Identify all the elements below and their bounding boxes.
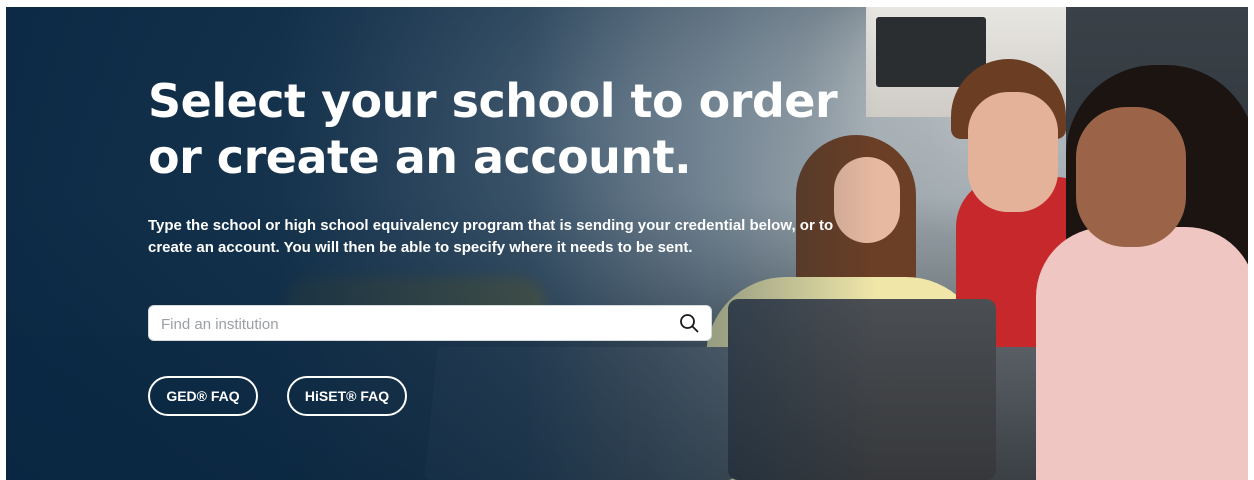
hero-banner: Select your school to order or create an… (6, 7, 1248, 480)
ged-faq-button[interactable]: GED® FAQ (148, 376, 258, 416)
institution-search-box[interactable] (148, 305, 712, 342)
page-subtitle: Type the school or high school equivalen… (148, 217, 834, 256)
search-icon[interactable] (679, 313, 699, 333)
institution-search-input[interactable] (159, 306, 663, 342)
hero-content: Select your school to order or create an… (148, 73, 848, 259)
page-title: Select your school to order or create an… (148, 74, 838, 184)
hiset-faq-button[interactable]: HiSET® FAQ (287, 376, 407, 416)
